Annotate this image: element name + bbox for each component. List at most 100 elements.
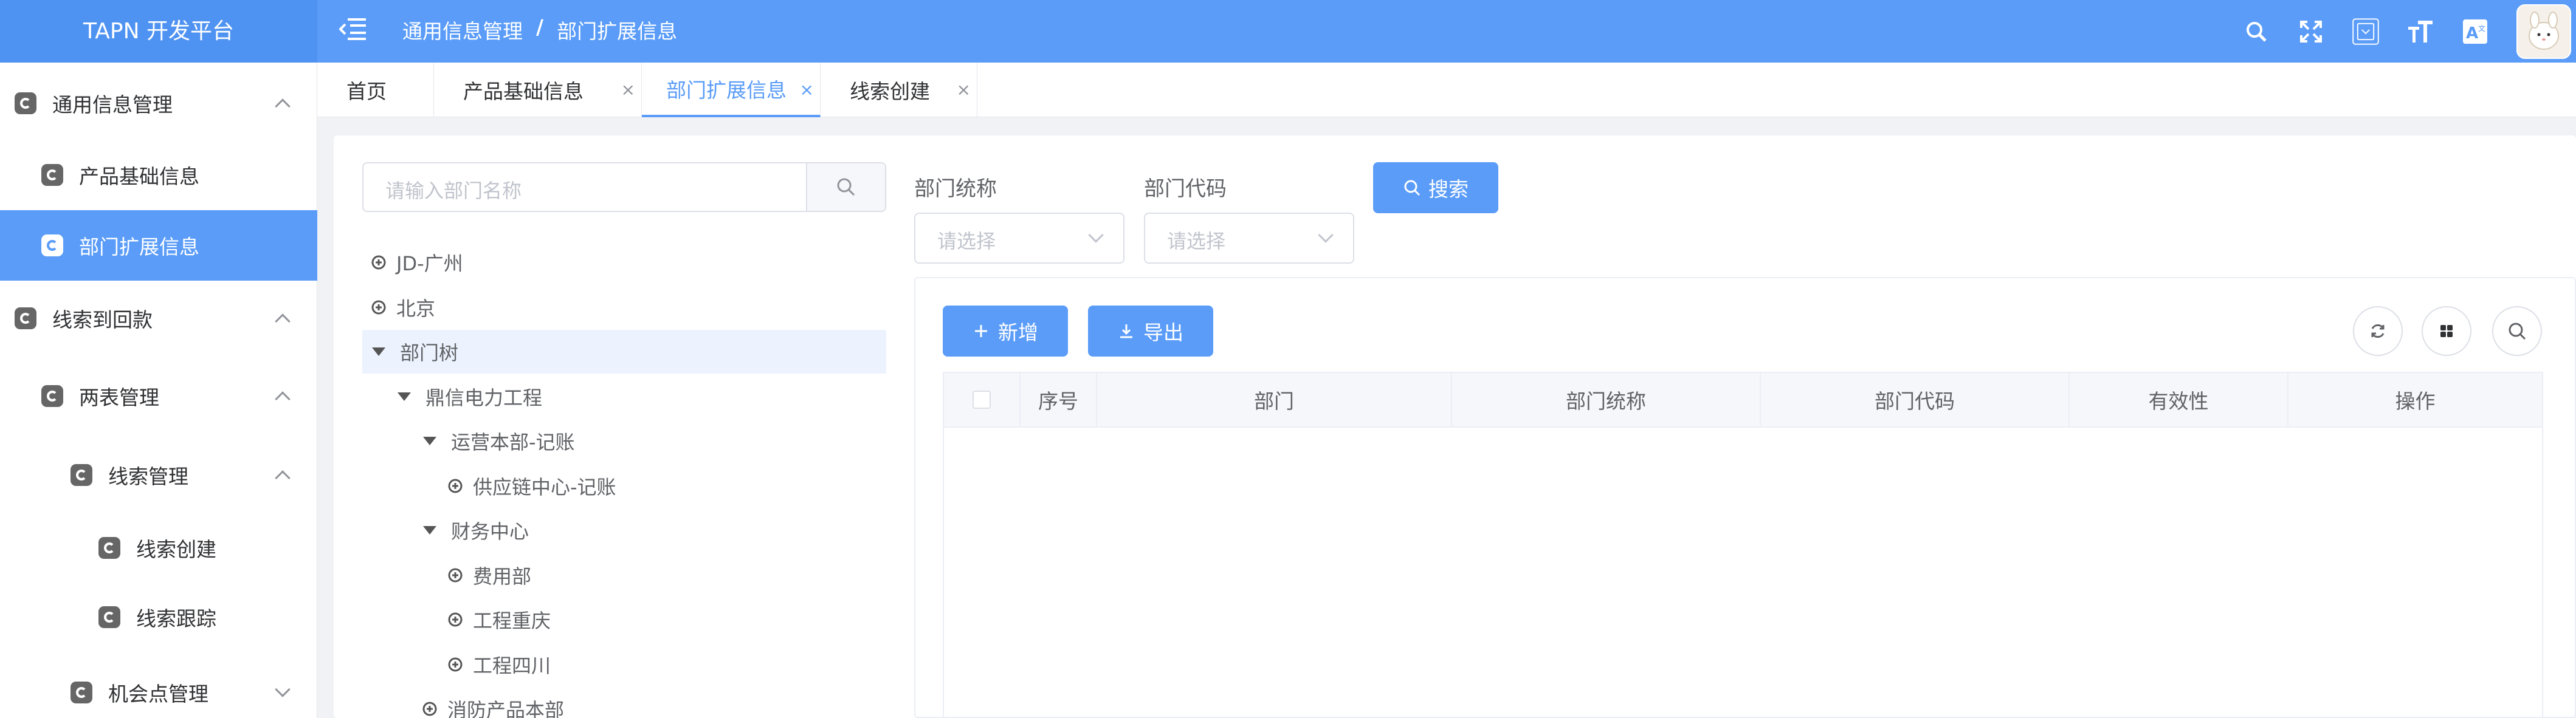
grid-icon bbox=[2440, 325, 2453, 337]
dropdown-box-icon[interactable] bbox=[2352, 18, 2379, 45]
header-tools: A文 bbox=[2243, 0, 2576, 63]
dept-alias-placeholder: 请选择 bbox=[937, 230, 996, 253]
app-logo-title[interactable]: TAPN 开发平台 bbox=[0, 0, 317, 63]
tree-search: 请输入部门名称 bbox=[362, 162, 886, 212]
tree-node[interactable]: 鼎信电力工程 bbox=[362, 375, 861, 419]
select-all-cell bbox=[944, 373, 1021, 426]
sidebar-item-two-tables[interactable]: 两表管理 bbox=[0, 361, 317, 431]
tree-node[interactable]: 运营本部-记账 bbox=[362, 419, 861, 463]
tree-node-label: 部门树 bbox=[400, 341, 459, 364]
sidebar-item-label: 线索创建 bbox=[136, 538, 216, 561]
sidebar-item-lead-create[interactable]: 线索创建 bbox=[0, 513, 317, 583]
user-avatar[interactable] bbox=[2516, 4, 2571, 59]
refresh-icon bbox=[2371, 324, 2385, 338]
search-button[interactable]: 搜索 bbox=[1373, 162, 1498, 213]
sidebar-item-lead-management[interactable]: 线索管理 bbox=[0, 440, 317, 510]
tree-node-label: 工程四川 bbox=[473, 654, 551, 677]
column-header: 部门 bbox=[1097, 373, 1452, 426]
expand-plus-icon[interactable] bbox=[447, 478, 463, 494]
sidebar-item-label: 线索到回款 bbox=[52, 308, 153, 332]
table-header: 序号 部门 部门统称 部门代码 有效性 操作 bbox=[944, 373, 2542, 428]
font-size-icon[interactable] bbox=[2407, 18, 2434, 45]
tree-node-label: 鼎信电力工程 bbox=[425, 386, 543, 409]
breadcrumb: 通用信息管理 / 部门扩展信息 bbox=[402, 15, 677, 44]
export-button[interactable]: 导出 bbox=[1088, 306, 1213, 357]
search-icon bbox=[1404, 180, 1421, 196]
close-icon[interactable]: × bbox=[621, 80, 635, 100]
expand-plus-icon[interactable] bbox=[371, 255, 387, 270]
sidebar-item-general-info[interactable]: 通用信息管理 bbox=[0, 68, 317, 138]
menu-icon bbox=[41, 234, 63, 256]
search-icon bbox=[2509, 323, 2526, 340]
sidebar-item-label: 线索管理 bbox=[108, 465, 188, 488]
expand-plus-icon[interactable] bbox=[447, 567, 463, 583]
tree-node-label: 费用部 bbox=[473, 565, 532, 588]
menu-icon bbox=[15, 92, 36, 114]
chevron-up-icon bbox=[275, 470, 291, 486]
refresh-button[interactable] bbox=[2353, 306, 2403, 356]
menu-icon bbox=[71, 464, 92, 486]
caret-down-icon[interactable] bbox=[423, 526, 436, 535]
chevron-up-icon bbox=[275, 313, 291, 329]
download-icon bbox=[1120, 324, 1132, 338]
columns-button[interactable] bbox=[2422, 306, 2471, 356]
menu-icon bbox=[98, 606, 120, 628]
tree-node[interactable]: 工程四川 bbox=[362, 643, 861, 686]
dept-name-search-input[interactable]: 请输入部门名称 bbox=[385, 176, 522, 203]
caret-down-icon[interactable] bbox=[372, 347, 385, 356]
tab-label: 产品基础信息 bbox=[463, 80, 584, 103]
caret-down-icon[interactable] bbox=[398, 392, 411, 401]
dept-code-placeholder: 请选择 bbox=[1167, 230, 1226, 253]
tab-home[interactable]: 首页 bbox=[317, 63, 434, 117]
add-button-label: 新增 bbox=[998, 321, 1038, 344]
tab-lead-create[interactable]: 线索创建 × bbox=[821, 63, 977, 117]
tree-node-label: 北京 bbox=[396, 297, 436, 320]
tree-node[interactable]: 供应链中心-记账 bbox=[362, 464, 861, 508]
select-all-checkbox[interactable] bbox=[973, 391, 991, 409]
sidebar-item-opportunity[interactable]: 机会点管理 bbox=[0, 657, 317, 718]
tree-search-button[interactable] bbox=[806, 163, 885, 211]
tree-node[interactable]: 消防产品本部 bbox=[362, 687, 861, 718]
close-icon[interactable]: × bbox=[957, 80, 971, 100]
data-table: 序号 部门 部门统称 部门代码 有效性 操作 bbox=[943, 372, 2543, 718]
top-header: TAPN 开发平台 通用信息管理 / 部门扩展信息 A文 bbox=[0, 0, 2576, 63]
tree-node-label: 运营本部-记账 bbox=[451, 431, 575, 454]
expand-plus-icon[interactable] bbox=[447, 657, 463, 672]
sidebar-item-dept-ext[interactable]: 部门扩展信息 bbox=[0, 210, 317, 281]
expand-plus-icon[interactable] bbox=[447, 612, 463, 627]
language-icon[interactable]: A文 bbox=[2462, 18, 2488, 45]
fullscreen-icon[interactable] bbox=[2298, 18, 2324, 45]
sidebar-item-lead-track[interactable]: 线索跟踪 bbox=[0, 582, 317, 652]
column-header-label: 有效性 bbox=[2148, 389, 2209, 413]
sidebar-item-label: 产品基础信息 bbox=[79, 165, 199, 188]
tree-node[interactable]: 北京 bbox=[362, 285, 861, 329]
chevron-up-icon bbox=[275, 98, 291, 114]
dept-code-select[interactable]: 请选择 bbox=[1144, 213, 1354, 264]
tab-dept-ext[interactable]: 部门扩展信息 × bbox=[642, 63, 821, 117]
menu-toggle-icon[interactable] bbox=[339, 17, 366, 41]
menu-icon bbox=[41, 385, 63, 407]
tree-node[interactable]: 工程重庆 bbox=[362, 598, 861, 641]
chevron-down-icon bbox=[1318, 227, 1334, 243]
tree-node[interactable]: 部门树 bbox=[362, 330, 886, 374]
plus-icon bbox=[975, 325, 987, 337]
tree-node[interactable]: JD-广州 bbox=[362, 241, 861, 284]
dept-alias-select[interactable]: 请选择 bbox=[914, 213, 1124, 264]
expand-plus-icon[interactable] bbox=[371, 299, 387, 315]
dept-alias-label: 部门统称 bbox=[914, 177, 997, 201]
svg-text:A: A bbox=[2466, 24, 2478, 43]
sidebar-item-product-info[interactable]: 产品基础信息 bbox=[0, 140, 317, 210]
tree-node[interactable]: 财务中心 bbox=[362, 508, 861, 552]
sidebar-item-lead-to-payment[interactable]: 线索到回款 bbox=[0, 283, 317, 354]
tree-node[interactable]: 费用部 bbox=[362, 553, 861, 597]
caret-down-icon[interactable] bbox=[423, 437, 436, 445]
table-search-button[interactable] bbox=[2492, 306, 2542, 356]
sidebar-item-label: 机会点管理 bbox=[108, 682, 208, 706]
close-icon[interactable]: × bbox=[800, 80, 814, 100]
tab-product-info[interactable]: 产品基础信息 × bbox=[434, 63, 642, 117]
expand-plus-icon[interactable] bbox=[422, 701, 438, 717]
breadcrumb-parent[interactable]: 通用信息管理 bbox=[402, 15, 523, 44]
add-button[interactable]: 新增 bbox=[943, 306, 1068, 357]
search-button-label: 搜索 bbox=[1428, 177, 1469, 201]
search-icon[interactable] bbox=[2243, 18, 2270, 45]
